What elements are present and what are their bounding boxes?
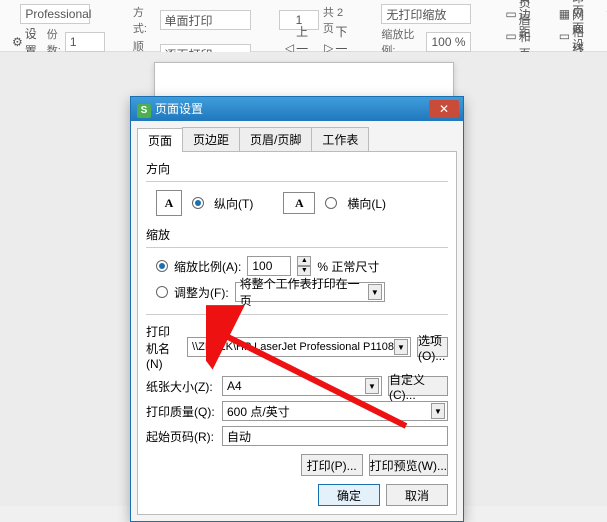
print-preview-button[interactable]: 打印预览(W)...	[369, 454, 448, 476]
scale-ratio-text: 缩放比例(A):	[174, 258, 241, 275]
landscape-radio[interactable]	[325, 197, 337, 209]
chevron-down-icon: ▼	[394, 339, 408, 355]
adjust-radio[interactable]	[156, 286, 168, 298]
landscape-label: 横向(L)	[347, 195, 386, 212]
scale-value-input[interactable]: 100	[247, 256, 291, 276]
start-page-input[interactable]: 自动	[222, 426, 448, 446]
scale-ratio-radio[interactable]	[156, 260, 168, 272]
page-setup-button[interactable]: ▭ 页面设置	[553, 26, 590, 46]
dialog-title: 页面设置	[155, 102, 203, 116]
cancel-button[interactable]: 取消	[386, 484, 448, 506]
scale-spinner[interactable]: ▲▼	[297, 256, 311, 276]
app-icon: S	[137, 104, 151, 118]
close-icon[interactable]: ✕	[429, 100, 459, 118]
print-button[interactable]: 打印(P)...	[301, 454, 363, 476]
adjust-label: 调整为(F):	[174, 284, 229, 301]
scale-group-label: 缩放	[146, 226, 448, 243]
mode-label: 方式:	[133, 4, 156, 36]
page-setup-dialog: S 页面设置 ✕ 页面 页边距 页眉/页脚 工作表 方向 A 纵向(T) A 横向…	[130, 96, 464, 522]
dialog-tabs: 页面 页边距 页眉/页脚 工作表	[131, 121, 463, 151]
printer-name-combo[interactable]: \\ZLGLK\HP LaserJet Professional P1108▼	[187, 337, 411, 357]
print-quality-combo[interactable]: 600 点/英寸▼	[222, 401, 448, 421]
start-page-label: 起始页码(R):	[146, 428, 216, 445]
landscape-icon: A	[283, 192, 315, 214]
copies-input[interactable]: 1	[65, 32, 105, 52]
tab-margins[interactable]: 页边距	[182, 127, 240, 151]
dialog-titlebar: S 页面设置 ✕	[131, 97, 463, 121]
tab-page[interactable]: 页面	[137, 128, 183, 152]
ok-button[interactable]: 确定	[318, 484, 380, 506]
print-quality-label: 打印质量(Q):	[146, 403, 216, 420]
scale-ratio-input[interactable]: 100 %	[426, 32, 471, 52]
chevron-down-icon: ▼	[431, 403, 445, 419]
tab-header-footer[interactable]: 页眉/页脚	[239, 127, 312, 151]
split-button[interactable]: 分	[600, 4, 607, 21]
orientation-group-label: 方向	[146, 160, 448, 177]
printer-name-label: 打印机名(N)	[146, 323, 181, 371]
portrait-radio[interactable]	[192, 197, 204, 209]
toolbar: Professional ⚙设置 份数: 1 方式: 单面打印 顺序: 逐页打印…	[0, 0, 607, 52]
printer-select[interactable]: Professional	[20, 4, 90, 24]
options-button[interactable]: 选项(O)...	[417, 337, 448, 357]
scale-suffix: % 正常尺寸	[317, 258, 379, 275]
header-footer-button[interactable]: ▭ 页眉和页脚	[499, 26, 536, 46]
portrait-label: 纵向(T)	[214, 195, 253, 212]
tab-sheet[interactable]: 工作表	[311, 127, 369, 151]
scale-mode-select[interactable]: 无打印缩放	[381, 4, 471, 24]
paper-size-label: 纸张大小(Z):	[146, 378, 216, 395]
custom-button[interactable]: 自定义(C)...	[388, 376, 448, 396]
chevron-down-icon: ▼	[365, 378, 379, 394]
chevron-down-icon: ▼	[368, 284, 382, 300]
paper-size-combo[interactable]: A4▼	[222, 376, 382, 396]
portrait-icon: A	[156, 190, 182, 216]
settings-button[interactable]: ⚙设置	[6, 32, 43, 52]
duplex-select[interactable]: 单面打印	[160, 10, 251, 30]
dialog-panel: 方向 A 纵向(T) A 横向(L) 缩放 缩放比例(A): 100 ▲▼ % …	[137, 151, 457, 515]
adjust-combo[interactable]: 将整个工作表打印在一页▼	[235, 282, 385, 302]
